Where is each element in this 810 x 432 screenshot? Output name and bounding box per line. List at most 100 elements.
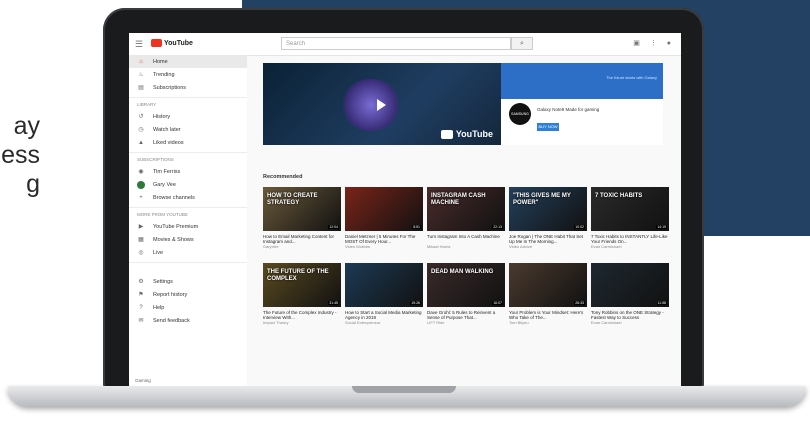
video-card[interactable]: 7 TOXIC HABITS 14:19 7 Toxic Habits to INS… [591,187,669,249]
video-channel[interactable]: Social Entrepreneur [345,320,423,325]
video-duration: 22:13 [492,225,503,229]
video-thumbnail[interactable]: 19:26 [345,263,423,307]
sidebar-item-feedback[interactable]: ✉ Send feedback [129,314,247,327]
video-title[interactable]: How to Start a Social Media Marketing Ag… [345,310,423,320]
video-channel[interactable]: LIFT Ride [427,320,505,325]
video-thumbnail[interactable]: "THIS GIVES ME MY POWER" 10:02 [509,187,587,231]
live-icon: ◎ [138,250,144,256]
plus-icon: + [139,194,143,201]
ad-panel[interactable]: The future starts with Galaxy SAMSUNG Ga… [501,63,663,145]
video-card[interactable]: 19:26 How to Start a Social Media Marketi… [345,263,423,325]
sidebar-item-label: Tim Ferriss [153,168,181,175]
sidebar-item-watch-later[interactable]: ◷ Watch later [129,123,247,136]
video-channel[interactable]: Evan Carmichael [591,320,669,325]
premium-icon: ▶ [138,224,144,230]
video-thumbnail[interactable]: HOW TO CREATE STRATEGY 12:04 [263,187,341,231]
sidebar-item-premium[interactable]: ▶ YouTube Premium [129,220,247,233]
video-thumbnail[interactable]: THE FUTURE OF THE COMPLEX 31:45 [263,263,341,307]
video-channel[interactable]: Tom Bilyeu [509,320,587,325]
video-title[interactable]: Your Problem is Your Mindset: Here's Who… [509,310,587,320]
sidebar-item-movies[interactable]: ▦ Movies & Shows [129,233,247,246]
sidebar-item-liked[interactable]: ▲ Liked videos [129,136,247,149]
video-thumbnail[interactable]: DEAD MAN WALKING 16:07 [427,263,505,307]
video-card[interactable]: HOW TO CREATE STRATEGY 12:04 How to Email … [263,187,341,249]
video-channel[interactable]: Video Motives [345,244,423,249]
video-title[interactable]: Turn Instagram Into A Cash Machine [427,234,505,244]
video-title[interactable]: How to Email Marketing Content for Insta… [263,234,341,244]
sidebar-item-subscriptions[interactable]: ▤ Subscriptions [129,81,247,94]
sidebar-item-trending[interactable]: ♨ Trending [129,68,247,81]
video-card[interactable]: 11:58 Tony Robbins on the ONE Strategy - … [591,263,669,325]
video-duration: 28:33 [574,301,585,305]
video-row: HOW TO CREATE STRATEGY 12:04 How to Email … [263,187,673,249]
search-input[interactable]: Search [281,37,511,50]
video-thumbnail[interactable]: 28:33 [509,263,587,307]
main-content: YouTube The future starts with Galaxy SA… [257,63,677,386]
video-card[interactable]: 8:51 Daniel Metzner | 5 Minutes For The M… [345,187,423,249]
video-title[interactable]: Joe Rogan | The ONE Habit That Set Up Me… [509,234,587,244]
youtube-logo-text: YouTube [164,39,193,47]
section-title-footer: Gaming [135,378,151,383]
thumbnail-caption: 7 TOXIC HABITS [595,193,643,199]
laptop-notch [352,386,456,393]
video-channel[interactable]: Mikael Harris [427,244,505,249]
video-card[interactable]: INSTAGRAM CASH MACHINE 22:13 Turn Instagra… [427,187,505,249]
home-icon: ⌂ [139,58,143,65]
sidebar-item-help[interactable]: ? Help [129,301,247,314]
sidebar-item-report[interactable]: ⚑ Report history [129,288,247,301]
sidebar-item-label: YouTube Premium [153,223,199,230]
video-card[interactable]: "THIS GIVES ME MY POWER" 10:02 Joe Rogan |… [509,187,587,249]
video-duration: 16:07 [492,301,503,305]
sidebar-item-channel[interactable]: Gary Vee [129,178,247,191]
search-button[interactable]: ⌕ [511,37,533,50]
sidebar-section-subscriptions: SUBSCRIPTIONS [129,152,247,165]
partial-headline-text: ay ess g [0,112,40,199]
video-duration: 11:58 [656,301,667,305]
topbar-action-icons[interactable]: ▣ ⋮ ● [633,39,675,47]
gear-icon: ⚙ [138,279,144,285]
ad-image: The future starts with Galaxy [501,63,663,99]
video-thumbnail[interactable]: 11:58 [591,263,669,307]
video-card[interactable]: 28:33 Your Problem is Your Mindset: Here'… [509,263,587,325]
video-channel[interactable]: Evan Carmichael [591,244,669,249]
sidebar-section-more: MORE FROM YOUTUBE [129,207,247,220]
sidebar-item-browse[interactable]: + Browse channels [129,191,247,204]
sidebar-item-label: Settings [153,278,173,285]
youtube-logo[interactable]: YouTube [151,39,193,47]
sidebar-item-label: Home [153,58,168,65]
video-card[interactable]: DEAD MAN WALKING 16:07 Dave Grohl: 5 Rules… [427,263,505,325]
video-channel[interactable]: GaryVee [263,244,341,249]
masthead-video[interactable]: YouTube [263,63,501,145]
thumb-icon: ▲ [138,139,144,146]
subscriptions-icon: ▤ [138,85,144,91]
ad-cta-button[interactable]: BUY NOW [537,123,559,131]
sidebar-item-label: Report history [153,291,188,298]
video-thumbnail[interactable]: 7 TOXIC HABITS 14:19 [591,187,669,231]
youtube-topbar: ☰ YouTube Search ⌕ ▣ ⋮ ● [129,33,681,56]
video-card[interactable]: THE FUTURE OF THE COMPLEX 31:45 The Future… [263,263,341,325]
sidebar-item-label: Send feedback [153,317,190,324]
video-title[interactable]: The Future of the Complex Industry - Int… [263,310,341,320]
sidebar-item-settings[interactable]: ⚙ Settings [129,275,247,288]
video-title[interactable]: Daniel Metzner | 5 Minutes For The MOST … [345,234,423,244]
avatar [137,180,145,189]
thumbnail-caption: THE FUTURE OF THE COMPLEX [267,269,329,282]
video-title[interactable]: Dave Grohl: 5 Rules to Reinvent a Sense … [427,310,505,320]
hamburger-menu-icon[interactable]: ☰ [135,39,143,50]
sidebar-item-label: History [153,113,171,120]
video-thumbnail[interactable]: 8:51 [345,187,423,231]
video-artwork [339,79,403,131]
sidebar-item-channel[interactable]: ◉ Tim Ferriss [129,165,247,178]
sidebar-item-home[interactable]: ⌂ Home [129,55,247,68]
video-title[interactable]: Tony Robbins on the ONE Strategy - Faste… [591,310,669,320]
sidebar-item-history[interactable]: ↺ History [129,110,247,123]
sidebar: ⌂ Home ♨ Trending ▤ Subscriptions LIBRARY ↺… [129,55,247,386]
video-duration: 31:45 [328,301,339,305]
video-channel[interactable]: Impact Theory [263,320,341,325]
sidebar-item-label: Live [153,249,164,256]
video-duration: 12:04 [328,225,339,229]
video-channel[interactable]: Video Advice [509,244,587,249]
sidebar-item-live[interactable]: ◎ Live [129,246,247,259]
video-title[interactable]: 7 Toxic Habits to INSTANTLY Life-Like Yo… [591,234,669,244]
video-thumbnail[interactable]: INSTAGRAM CASH MACHINE 22:13 [427,187,505,231]
